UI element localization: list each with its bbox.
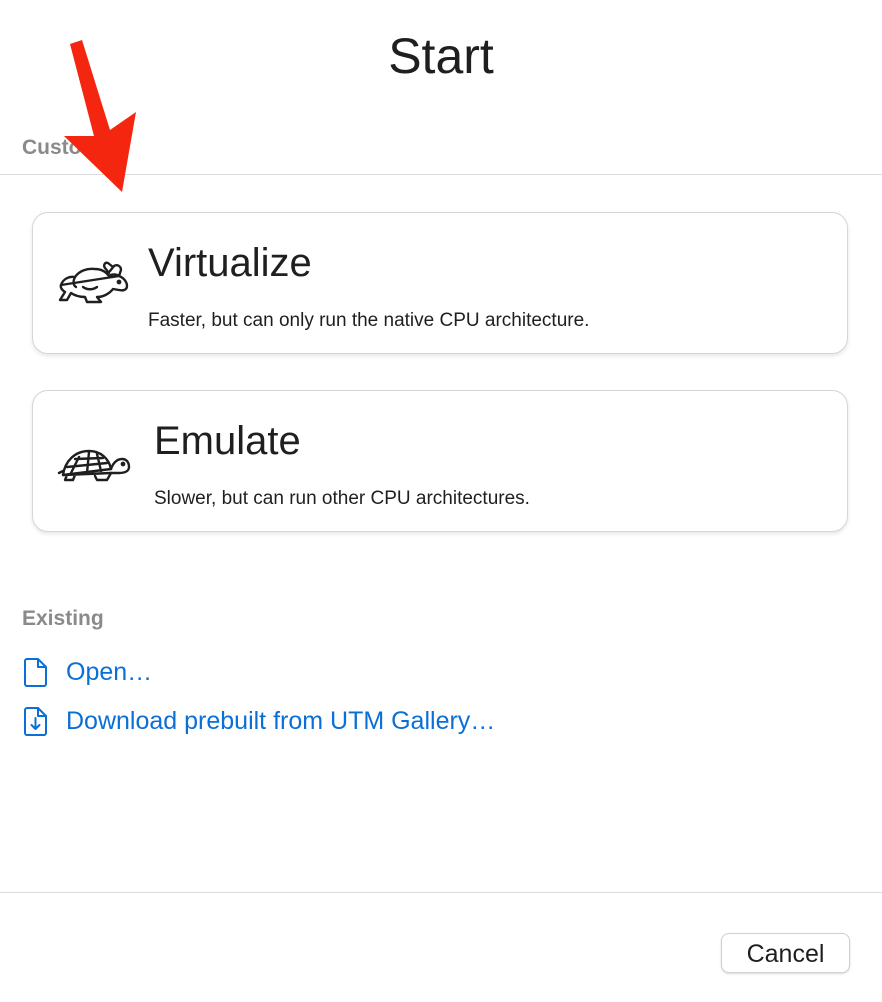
- section-label-existing: Existing: [22, 607, 104, 630]
- virtualize-option-button[interactable]: Virtualize Faster, but can only run the …: [32, 212, 848, 354]
- download-gallery-label: Download prebuilt from UTM Gallery…: [66, 707, 496, 735]
- emulate-description: Slower, but can run other CPU architectu…: [154, 488, 530, 509]
- divider: [0, 174, 882, 175]
- section-label-custom: Custom: [22, 136, 101, 159]
- download-gallery-link[interactable]: Download prebuilt from UTM Gallery…: [22, 704, 495, 738]
- document-icon: [24, 658, 47, 687]
- footer-divider: [0, 892, 882, 893]
- dialog-title: Start: [388, 28, 494, 84]
- document-download-icon: [24, 707, 47, 736]
- cancel-button[interactable]: Cancel: [721, 933, 850, 973]
- virtualize-description: Faster, but can only run the native CPU …: [148, 310, 590, 331]
- open-link[interactable]: Open…: [22, 655, 152, 689]
- start-dialog: Start Custom Virtualize Faster, but can …: [0, 0, 882, 1002]
- emulate-title: Emulate: [154, 419, 301, 463]
- virtualize-title: Virtualize: [148, 241, 312, 285]
- hare-icon: [58, 261, 129, 304]
- emulate-option-button[interactable]: Emulate Slower, but can run other CPU ar…: [32, 390, 848, 532]
- open-label: Open…: [66, 658, 153, 686]
- tortoise-icon: [57, 449, 131, 482]
